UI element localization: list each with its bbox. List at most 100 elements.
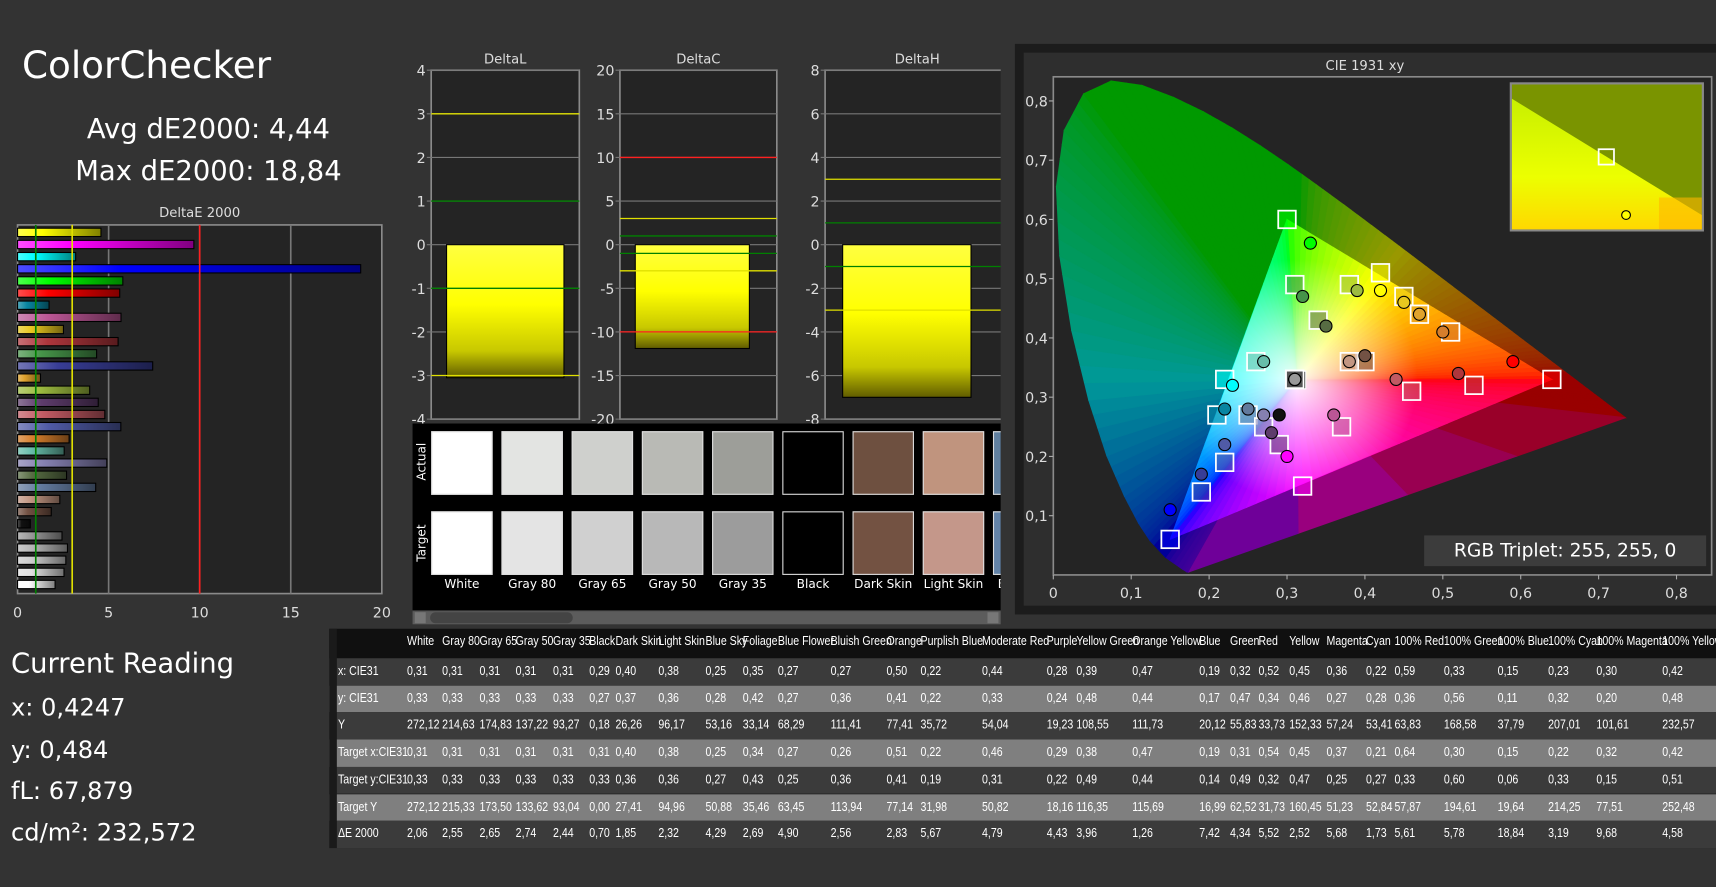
- table-cell: 0,19: [1199, 664, 1220, 679]
- target-swatch[interactable]: [782, 511, 844, 575]
- table-cell: 0,11: [1497, 691, 1518, 706]
- table-cell: 0,27: [1326, 691, 1348, 706]
- bar-gray-80: [17, 567, 65, 578]
- actual-swatch[interactable]: [782, 431, 844, 495]
- column-header: Black: [589, 635, 616, 649]
- table-cell: 1,26: [1132, 827, 1153, 841]
- table-cell: 214,25: [1548, 800, 1581, 814]
- target-swatch[interactable]: [852, 511, 914, 575]
- actual-swatch[interactable]: [922, 431, 985, 495]
- table-cell: 0,31: [442, 664, 463, 679]
- bar-dark-skin: [17, 506, 52, 517]
- table-cell: 194,61: [1443, 800, 1477, 814]
- target-swatch[interactable]: [922, 511, 985, 575]
- target-swatch[interactable]: [641, 511, 704, 575]
- table-cell: 3,19: [1548, 827, 1569, 841]
- y-tick-label: 0: [811, 238, 820, 254]
- x-tick-label: 0,5: [1431, 586, 1454, 602]
- measured-marker: [1327, 408, 1341, 422]
- table-cell: 1,85: [615, 827, 637, 841]
- table-header-row: White Gray 80 Gray 65 Gray 50 Gray 35 Black Da…: [329, 628, 1716, 659]
- table-cell: 160,45: [1289, 800, 1322, 814]
- column-header: Yellow: [1289, 635, 1320, 649]
- table-cell: 31,98: [920, 800, 948, 814]
- row-label: Target x:CIE31: [337, 746, 409, 760]
- x-tick-label: 0,1: [1120, 586, 1143, 602]
- table-cell: 0,33: [552, 691, 574, 706]
- column-header: Blue: [1199, 635, 1221, 649]
- column-header: 100% Yellow: [1662, 635, 1716, 649]
- table-cell: 57,87: [1394, 800, 1422, 814]
- scroll-left-arrow-icon[interactable]: [414, 612, 426, 624]
- bar-green: [17, 349, 98, 359]
- measured-marker: [1451, 366, 1465, 381]
- table-cell: 0,41: [886, 773, 908, 787]
- x-tick-label: 0,7: [1587, 586, 1610, 602]
- bar-light-skin: [17, 494, 61, 505]
- table-cell: 0,41: [886, 691, 908, 706]
- column-header: Orange Yellow: [1132, 635, 1201, 649]
- table-cell: 0,48: [1076, 691, 1097, 706]
- measured-marker: [1257, 355, 1271, 369]
- table-cell: 0,37: [1326, 746, 1348, 760]
- table-cell: 0,30: [1596, 664, 1618, 679]
- actual-swatch[interactable]: [501, 431, 563, 495]
- measured-marker: [1412, 307, 1427, 321]
- x-tick-label: 15: [282, 606, 300, 622]
- actual-swatch[interactable]: [431, 431, 493, 495]
- target-marker: [1160, 529, 1180, 550]
- actual-swatch[interactable]: [641, 431, 704, 495]
- table-cell: 0,46: [1289, 691, 1310, 706]
- actual-swatch[interactable]: [852, 431, 914, 495]
- column-header: 100% Blue: [1497, 635, 1549, 649]
- table-cell: 77,14: [886, 800, 914, 814]
- table-cell: 2,65: [479, 827, 501, 841]
- table-cell: 5,78: [1443, 827, 1465, 841]
- table-cell: 0,33: [552, 773, 574, 787]
- target-swatch[interactable]: [431, 511, 493, 575]
- target-swatch[interactable]: [501, 511, 563, 575]
- table-cell: 0,17: [1199, 691, 1220, 706]
- target-swatch[interactable]: [712, 511, 774, 575]
- actual-swatch[interactable]: [571, 431, 634, 495]
- reading-x: x: 0,4247: [10, 694, 126, 722]
- target-swatch[interactable]: [992, 511, 1001, 575]
- scroll-right-arrow-icon[interactable]: [987, 612, 999, 624]
- target-row-label: Target: [414, 524, 430, 562]
- bar-100-magenta: [17, 239, 195, 250]
- table-cell: 0,26: [830, 746, 852, 760]
- column-header: 100% Red: [1394, 635, 1445, 649]
- chart-title: DeltaE 2000: [159, 206, 240, 221]
- measured-marker: [1373, 283, 1388, 298]
- y-tick-label: 4: [417, 64, 426, 80]
- table-cell: 272,12: [407, 800, 440, 814]
- scrollbar-thumb[interactable]: [430, 612, 573, 624]
- table-cell: 0,25: [1326, 773, 1348, 787]
- chart-title-deltac: DeltaC: [676, 53, 720, 68]
- target-swatch[interactable]: [571, 511, 634, 575]
- bar-yellow-green: [17, 385, 91, 395]
- table-cell: 0,27: [777, 746, 799, 760]
- reading-fl: fL: 67,879: [10, 777, 134, 806]
- y-tick-label: 0,1: [1025, 509, 1048, 525]
- table-cell: 33,14: [742, 719, 770, 733]
- table-cell: 63,45: [777, 800, 805, 814]
- table-cell: 0,33: [479, 773, 501, 787]
- actual-swatch[interactable]: [992, 431, 1001, 495]
- table-cell: 0,38: [1076, 746, 1097, 760]
- actual-swatch[interactable]: [712, 431, 774, 495]
- table-cell: 4,58: [1662, 827, 1683, 841]
- measured-marker: [1163, 503, 1177, 517]
- table-cell: 0,56: [1443, 691, 1465, 706]
- table-cell: 0,32: [1548, 691, 1569, 706]
- table-cell: 0,27: [1366, 773, 1387, 787]
- table-cell: 3,96: [1076, 827, 1097, 841]
- y-tick-label: -6: [805, 369, 819, 385]
- x-tick-label: 0: [13, 606, 22, 622]
- table-cell: 0,40: [615, 746, 637, 760]
- bar-blue: [17, 361, 154, 371]
- bar-orange: [17, 434, 70, 444]
- table-cell: 35,72: [920, 719, 948, 733]
- table-cell: 0,28: [705, 691, 727, 706]
- swatch-scrollbar[interactable]: [412, 611, 1001, 625]
